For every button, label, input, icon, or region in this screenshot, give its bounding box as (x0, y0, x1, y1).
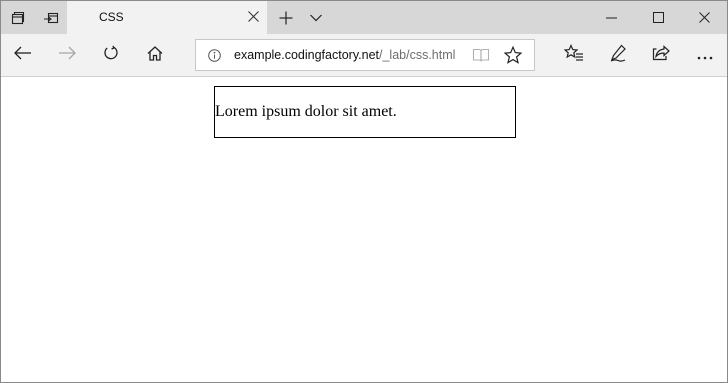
navigation-bar: example.codingfactory.net/_lab/css.html (1, 34, 727, 77)
address-bar[interactable]: example.codingfactory.net/_lab/css.html (195, 39, 535, 71)
set-aside-tabs-button[interactable] (34, 1, 67, 34)
address-domain: example.codingfactory.net (234, 48, 379, 62)
tab-list-button[interactable] (301, 1, 331, 34)
favorite-star-icon[interactable] (503, 45, 523, 69)
address-url[interactable]: example.codingfactory.net/_lab/css.html (234, 48, 455, 62)
share-button[interactable] (639, 34, 683, 77)
favorites-list-icon (563, 44, 584, 67)
maximize-icon (652, 12, 664, 23)
close-icon (247, 9, 259, 27)
back-button[interactable] (1, 34, 45, 77)
forward-button[interactable] (45, 34, 89, 77)
refresh-icon (103, 45, 119, 66)
window-close-icon (698, 12, 710, 23)
forward-icon (58, 46, 76, 65)
new-tab-button[interactable] (271, 1, 301, 34)
minimize-icon (605, 17, 617, 19)
reading-view-icon[interactable] (472, 46, 490, 69)
tab-bar: CSS (1, 1, 727, 34)
web-note-button[interactable] (596, 34, 640, 77)
address-path: /_lab/css.html (379, 48, 456, 62)
back-icon (14, 46, 32, 65)
box-text: Lorem ipsum dolor sit amet. (215, 103, 397, 120)
tab-preview-button[interactable] (1, 1, 34, 34)
favorites-button[interactable] (552, 34, 596, 77)
new-tab-icon (279, 11, 293, 25)
maximize-button[interactable] (635, 1, 681, 34)
window-close-button[interactable] (681, 1, 727, 34)
minimize-button[interactable] (588, 1, 634, 34)
home-button[interactable] (133, 34, 177, 77)
set-aside-tabs-icon (43, 11, 59, 25)
bordered-box: Lorem ipsum dolor sit amet. (214, 86, 516, 138)
more-icon (697, 47, 713, 65)
browser-window: CSS example.codingfactory.net/_lab/css.h… (0, 0, 728, 383)
refresh-button[interactable] (89, 34, 133, 77)
tab-css[interactable]: CSS (67, 1, 267, 34)
more-button[interactable] (683, 34, 727, 77)
home-icon (147, 45, 163, 66)
pen-icon (609, 44, 627, 67)
info-icon[interactable] (208, 49, 221, 67)
tab-title: CSS (99, 10, 124, 24)
tab-close-button[interactable] (239, 1, 267, 34)
chevron-down-icon (310, 14, 322, 22)
tab-preview-icon (11, 11, 25, 25)
page-content: Lorem ipsum dolor sit amet. (1, 78, 727, 382)
share-icon (652, 45, 670, 66)
